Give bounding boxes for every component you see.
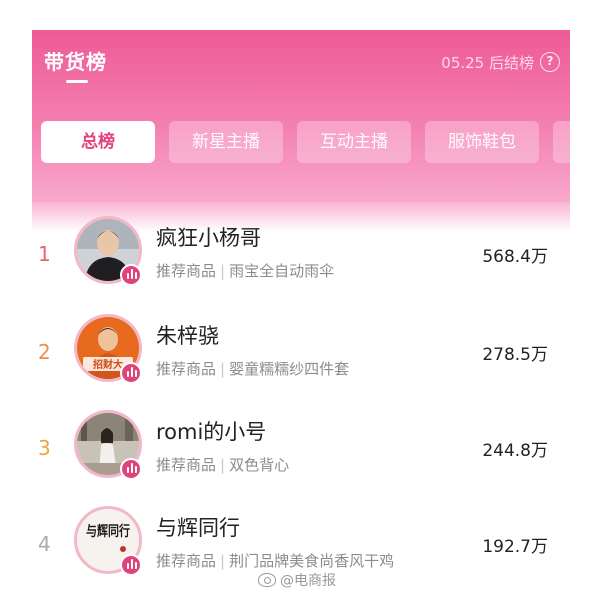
avatar[interactable]: 招财大: [74, 314, 142, 384]
live-icon: [120, 458, 142, 480]
ranking-header: 带货榜 05.25 后结榜 ? 总榜 新星主播 互动主播 服饰鞋包: [32, 30, 570, 232]
product-name[interactable]: 婴童糯糯纱四件套: [229, 360, 349, 378]
product-prefix: 推荐商品: [156, 262, 217, 280]
title-underline: [66, 80, 88, 83]
product-name[interactable]: 双色背心: [229, 456, 289, 474]
live-icon: [120, 362, 142, 384]
host-name[interactable]: 疯狂小杨哥: [156, 222, 261, 252]
separator: |: [220, 456, 226, 474]
tab-interactive-hosts[interactable]: 互动主播: [297, 121, 411, 163]
weibo-icon: [258, 573, 276, 587]
product-prefix: 推荐商品: [156, 552, 217, 570]
settlement-date: 05.25 后结榜: [441, 54, 534, 72]
rank-number: 4: [38, 532, 51, 556]
product-prefix: 推荐商品: [156, 456, 217, 474]
recommended-product: 推荐商品 | 雨宝全自动雨伞: [156, 260, 334, 281]
separator: |: [220, 360, 226, 378]
list-item[interactable]: 1 疯狂小杨哥 推荐商品 | 雨宝全自动雨伞 568.4万: [32, 208, 570, 306]
host-name[interactable]: 朱梓骁: [156, 320, 219, 350]
avatar[interactable]: 与辉同行: [74, 506, 142, 576]
live-icon: [120, 264, 142, 286]
sales-amount: 192.7万: [482, 537, 548, 557]
page-title: 带货榜: [44, 50, 107, 74]
host-name[interactable]: romi的小号: [156, 416, 266, 446]
product-name[interactable]: 荆门品牌美食尚香风干鸡: [229, 552, 394, 570]
avatar[interactable]: [74, 410, 142, 480]
avatar-logo-text: 招财大: [93, 358, 123, 371]
product-prefix: 推荐商品: [156, 360, 217, 378]
separator: |: [220, 262, 226, 280]
tab-apparel[interactable]: 服饰鞋包: [425, 121, 539, 163]
list-item[interactable]: 2 招财大 朱梓骁 推荐商品 | 婴童糯糯纱四件套 278.5万: [32, 306, 570, 404]
ranking-panel: 带货榜 05.25 后结榜 ? 总榜 新星主播 互动主播 服饰鞋包 1 疯狂小杨…: [32, 30, 570, 594]
separator: |: [220, 552, 226, 570]
category-tabs: 总榜 新星主播 互动主播 服饰鞋包: [41, 121, 570, 163]
recommended-product: 推荐商品 | 荆门品牌美食尚香风干鸡: [156, 550, 394, 571]
rank-number: 2: [38, 340, 51, 364]
live-icon: [120, 554, 142, 576]
help-icon[interactable]: ?: [540, 52, 560, 72]
sales-amount: 244.8万: [482, 441, 548, 461]
list-item[interactable]: 3 romi的小号 推荐商品 | 双色背心 244.8万: [32, 402, 570, 500]
recommended-product: 推荐商品 | 双色背心: [156, 454, 289, 475]
watermark-text: @电商报: [280, 573, 336, 589]
tab-overall[interactable]: 总榜: [41, 121, 155, 163]
source-watermark: @电商报: [258, 570, 336, 590]
product-name[interactable]: 雨宝全自动雨伞: [229, 262, 334, 280]
sales-amount: 568.4万: [482, 247, 548, 267]
rank-number: 1: [38, 242, 51, 266]
tab-more[interactable]: [553, 121, 570, 163]
sales-amount: 278.5万: [482, 345, 548, 365]
rank-number: 3: [38, 436, 51, 460]
recommended-product: 推荐商品 | 婴童糯糯纱四件套: [156, 358, 349, 379]
host-name[interactable]: 与辉同行: [156, 512, 240, 542]
tab-new-stars[interactable]: 新星主播: [169, 121, 283, 163]
avatar-logo-text: 与辉同行: [86, 523, 130, 540]
avatar[interactable]: [74, 216, 142, 286]
